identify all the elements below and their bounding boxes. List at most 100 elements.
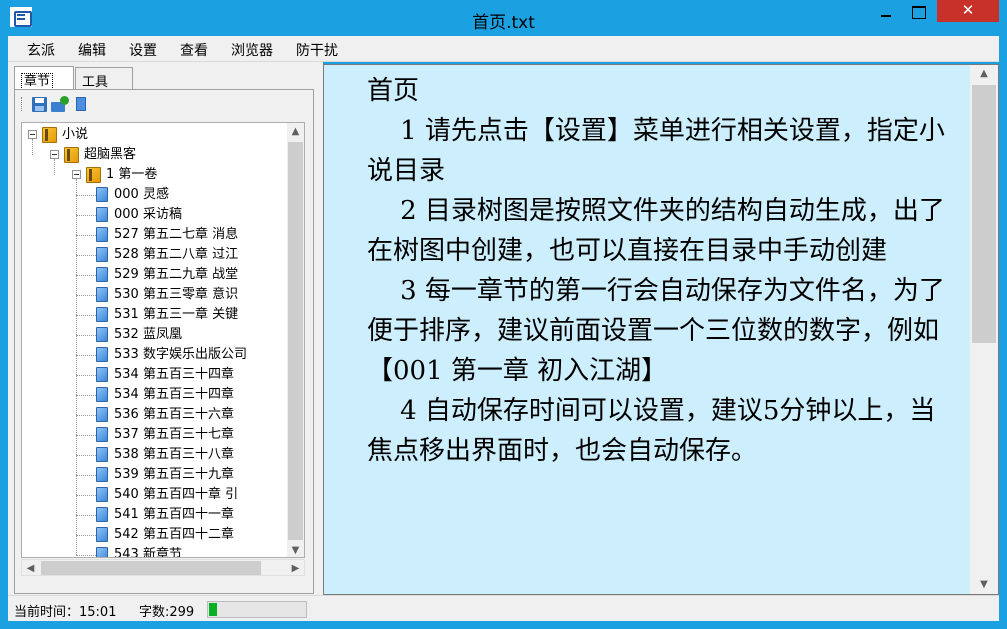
tree-node-label: 540 第五百四十章 引 xyxy=(114,487,239,502)
text-editor[interactable]: 首页 1 请先点击【设置】菜单进行相关设置，指定小说目录 2 目录树图是按照文件… xyxy=(323,64,999,595)
chapter-tree[interactable]: 小说超脑黑客 1 第一卷 000 灵感 000 采访稿 527 第五二七章 消息 528 … xyxy=(21,122,305,558)
menu-edit[interactable]: 编辑 xyxy=(78,40,106,60)
tree-node-label: 534 第五百三十四章 xyxy=(114,387,234,402)
sidebar-toolbar xyxy=(19,94,139,116)
tree-branch-line xyxy=(76,235,96,236)
chapter-book-icon xyxy=(96,447,108,462)
tree-node-label: 543 新章节 xyxy=(114,547,182,558)
chapter-book-icon xyxy=(96,487,108,502)
editor-scroll-up-icon[interactable]: ▲ xyxy=(970,65,998,83)
tab-chapters[interactable]: 章节 xyxy=(14,66,74,90)
editor-content[interactable]: 首页 1 请先点击【设置】菜单进行相关设置，指定小说目录 2 目录树图是按照文件… xyxy=(367,71,952,471)
tree-node[interactable]: 538 第五百三十八章 xyxy=(22,445,290,465)
tree-node[interactable]: 000 采访稿 xyxy=(22,205,290,225)
tree-node[interactable]: 536 第五百三十六章 xyxy=(22,405,290,425)
menu-anti-interference[interactable]: 防干扰 xyxy=(296,40,338,60)
tree-node[interactable]: 539 第五百三十九章 xyxy=(22,465,290,485)
tree-node[interactable]: 超脑黑客 xyxy=(22,145,290,165)
tree-node-label: 538 第五百三十八章 xyxy=(114,447,234,462)
folder-book-icon xyxy=(64,147,79,163)
chapter-book-icon xyxy=(96,247,108,262)
title-bar: 首页.txt ✕ xyxy=(0,0,1007,36)
collapse-toggle-icon[interactable] xyxy=(72,170,81,179)
tree-vertical-scrollbar[interactable]: ▲ ▼ xyxy=(287,123,304,557)
tree-node-label: 超脑黑客 xyxy=(84,147,137,162)
tree-node[interactable]: 540 第五百四十章 引 xyxy=(22,485,290,505)
editor-vertical-scrollbar[interactable]: ▲ ▼ xyxy=(970,65,998,594)
document-icon[interactable] xyxy=(73,96,91,113)
tree-scroll-thumb[interactable] xyxy=(288,142,303,540)
tree-node[interactable]: 537 第五百三十七章 xyxy=(22,425,290,445)
menu-view[interactable]: 查看 xyxy=(180,40,208,60)
tree-branch-line xyxy=(76,415,96,416)
menu-xuanpai[interactable]: 玄派 xyxy=(27,40,55,60)
tree-hscroll-thumb[interactable] xyxy=(41,561,261,575)
tree-guide-line xyxy=(32,139,33,155)
tree-node-label: 532 蓝凤凰 xyxy=(114,327,182,342)
progress-fill xyxy=(209,603,217,616)
tree-node[interactable]: 527 第五二七章 消息 xyxy=(22,225,290,245)
tree-node-label: 539 第五百三十九章 xyxy=(114,467,234,482)
tree-node-label: 536 第五百三十六章 xyxy=(114,407,234,422)
menu-browser[interactable]: 浏览器 xyxy=(231,40,273,60)
chapter-book-icon xyxy=(96,547,108,557)
tree-guide-line xyxy=(76,179,77,555)
tree-node-label: 534 第五百三十四章 xyxy=(114,367,234,382)
chapter-book-icon xyxy=(96,407,108,422)
folder-add-icon[interactable] xyxy=(51,96,69,113)
tree-branch-line xyxy=(76,315,96,316)
tree-node[interactable]: 1 第一卷 xyxy=(22,165,290,185)
tab-tools[interactable]: 工具 xyxy=(75,67,133,90)
chapter-book-icon xyxy=(96,347,108,362)
tree-node-label: 530 第五三零章 意识 xyxy=(114,287,239,302)
toolbar-grip[interactable] xyxy=(21,97,23,111)
scroll-up-arrow-icon[interactable]: ▲ xyxy=(287,123,304,140)
tree-node-label: 000 灵感 xyxy=(114,187,169,202)
tree-node[interactable]: 543 新章节 xyxy=(22,545,290,558)
minimize-button[interactable] xyxy=(872,0,900,22)
tree-node[interactable]: 000 灵感 xyxy=(22,185,290,205)
folder-book-icon xyxy=(42,127,57,143)
tree-branch-line xyxy=(76,455,96,456)
tree-node-label: 1 第一卷 xyxy=(106,167,158,182)
chapter-book-icon xyxy=(96,207,108,222)
collapse-toggle-icon[interactable] xyxy=(50,150,59,159)
tree-node[interactable]: 534 第五百三十四章 xyxy=(22,365,290,385)
tree-node-label: 529 第五二九章 战堂 xyxy=(114,267,239,282)
scroll-left-arrow-icon[interactable]: ◀ xyxy=(22,560,39,577)
maximize-button[interactable] xyxy=(904,0,932,22)
tree-node-label: 000 采访稿 xyxy=(114,207,182,222)
tree-node[interactable]: 533 数字娱乐出版公司 xyxy=(22,345,290,365)
tree-node[interactable]: 529 第五二九章 战堂 xyxy=(22,265,290,285)
tree-branch-line xyxy=(76,515,96,516)
tree-horizontal-scrollbar[interactable]: ◀ ▶ xyxy=(21,559,305,576)
chapter-book-icon xyxy=(96,307,108,322)
tree-node[interactable]: 530 第五三零章 意识 xyxy=(22,285,290,305)
tree-node[interactable]: 小说 xyxy=(22,125,290,145)
save-icon[interactable] xyxy=(31,96,49,113)
tree-node-label: 527 第五二七章 消息 xyxy=(114,227,239,242)
chapter-book-icon xyxy=(96,367,108,382)
menu-settings[interactable]: 设置 xyxy=(129,40,157,60)
chapter-book-icon xyxy=(96,427,108,442)
tree-node[interactable]: 531 第五三一章 关键 xyxy=(22,305,290,325)
tree-branch-line xyxy=(76,295,96,296)
editor-scroll-thumb[interactable] xyxy=(972,85,996,343)
folder-book-icon xyxy=(86,167,101,183)
window-title: 首页.txt xyxy=(472,13,535,33)
tree-node[interactable]: 528 第五二八章 过江 xyxy=(22,245,290,265)
scroll-down-arrow-icon[interactable]: ▼ xyxy=(287,542,304,557)
tree-node[interactable]: 542 第五百四十二章 xyxy=(22,525,290,545)
resize-grip-icon[interactable] xyxy=(985,607,997,619)
tree-branch-line xyxy=(76,535,96,536)
tree-node[interactable]: 541 第五百四十一章 xyxy=(22,505,290,525)
chapter-book-icon xyxy=(96,387,108,402)
scroll-right-arrow-icon[interactable]: ▶ xyxy=(287,560,304,577)
collapse-toggle-icon[interactable] xyxy=(28,130,37,139)
tree-node[interactable]: 534 第五百三十四章 xyxy=(22,385,290,405)
tree-node-label: 531 第五三一章 关键 xyxy=(114,307,239,322)
close-button[interactable]: ✕ xyxy=(937,0,999,22)
tree-branch-line xyxy=(76,215,96,216)
tree-node[interactable]: 532 蓝凤凰 xyxy=(22,325,290,345)
editor-scroll-down-icon[interactable]: ▼ xyxy=(970,576,998,594)
